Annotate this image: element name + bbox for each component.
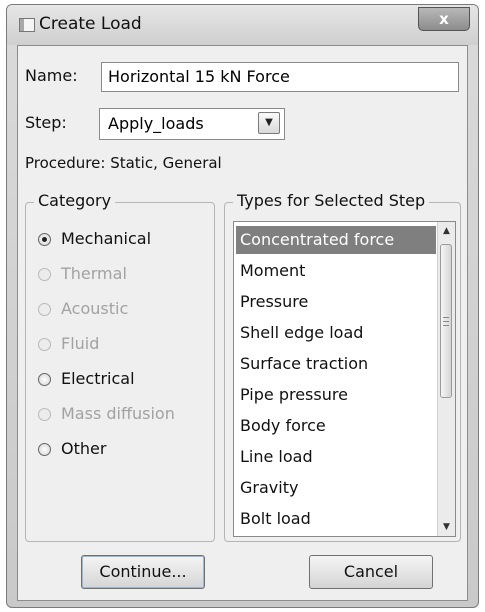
list-item[interactable]: Surface traction (236, 350, 436, 378)
radio-button-icon (38, 268, 51, 281)
types-title: Types for Selected Step (233, 191, 430, 210)
radio-button-icon[interactable] (38, 373, 51, 386)
radio-button-icon (38, 408, 51, 421)
category-option-label: Mechanical (61, 229, 152, 248)
radio-button-icon (38, 303, 51, 316)
load-type-list[interactable]: Concentrated force Moment Pressure Shell ed… (233, 221, 456, 537)
category-option-label: Thermal (61, 264, 127, 283)
procedure-text: Procedure: Static, General (25, 154, 222, 172)
step-value: Apply_loads (108, 114, 204, 133)
name-label: Name: (25, 66, 78, 85)
radio-button-icon[interactable] (38, 233, 51, 246)
list-item[interactable]: Bolt load (236, 505, 436, 533)
grip-line (443, 317, 449, 318)
dialog-body: Name: Horizontal 15 kN Force Step: Apply… (17, 45, 468, 601)
category-option-label: Acoustic (61, 299, 129, 318)
dialog-title: Create Load (39, 14, 142, 34)
category-option-label: Mass diffusion (61, 404, 175, 423)
scrollbar-thumb[interactable] (440, 244, 452, 398)
category-option-label: Other (61, 439, 107, 458)
scroll-up-icon[interactable]: ▲ (438, 222, 455, 240)
list-item[interactable]: Moment (236, 257, 436, 285)
list-item[interactable]: Pressure (236, 288, 436, 316)
title-bar[interactable]: Create Load x (7, 5, 478, 45)
scroll-down-icon[interactable]: ▼ (438, 518, 455, 536)
cancel-button[interactable]: Cancel (309, 555, 433, 589)
chevron-down-icon[interactable]: ▼ (258, 112, 280, 134)
continue-button[interactable]: Continue... (81, 555, 205, 589)
name-input[interactable]: Horizontal 15 kN Force (101, 62, 459, 92)
radio-button-icon[interactable] (38, 443, 51, 456)
list-item[interactable]: Line load (236, 443, 436, 471)
close-button[interactable]: x (418, 7, 470, 31)
step-select[interactable]: Apply_loads ▼ (99, 108, 285, 140)
step-label: Step: (25, 113, 67, 132)
close-icon: x (439, 10, 449, 28)
list-item[interactable]: Concentrated force (236, 226, 436, 254)
category-option-label: Electrical (61, 369, 135, 388)
grip-line (443, 321, 449, 322)
types-group: Types for Selected Step Concentrated for… (224, 191, 461, 542)
list-item[interactable]: Gravity (236, 474, 436, 502)
category-option-label: Fluid (61, 334, 100, 353)
create-load-dialog: Create Load x Name: Horizontal 15 kN For… (6, 4, 479, 608)
radio-button-icon (38, 338, 51, 351)
list-scrollbar[interactable]: ▲ ▼ (437, 222, 455, 536)
category-group: Category Mechanical Thermal Acoustic Fluid E… (25, 191, 215, 542)
list-item[interactable]: Pipe pressure (236, 381, 436, 409)
window-icon (19, 18, 35, 32)
list-item[interactable]: Shell edge load (236, 319, 436, 347)
category-title: Category (34, 191, 116, 210)
grip-line (443, 325, 449, 326)
list-item[interactable]: Body force (236, 412, 436, 440)
